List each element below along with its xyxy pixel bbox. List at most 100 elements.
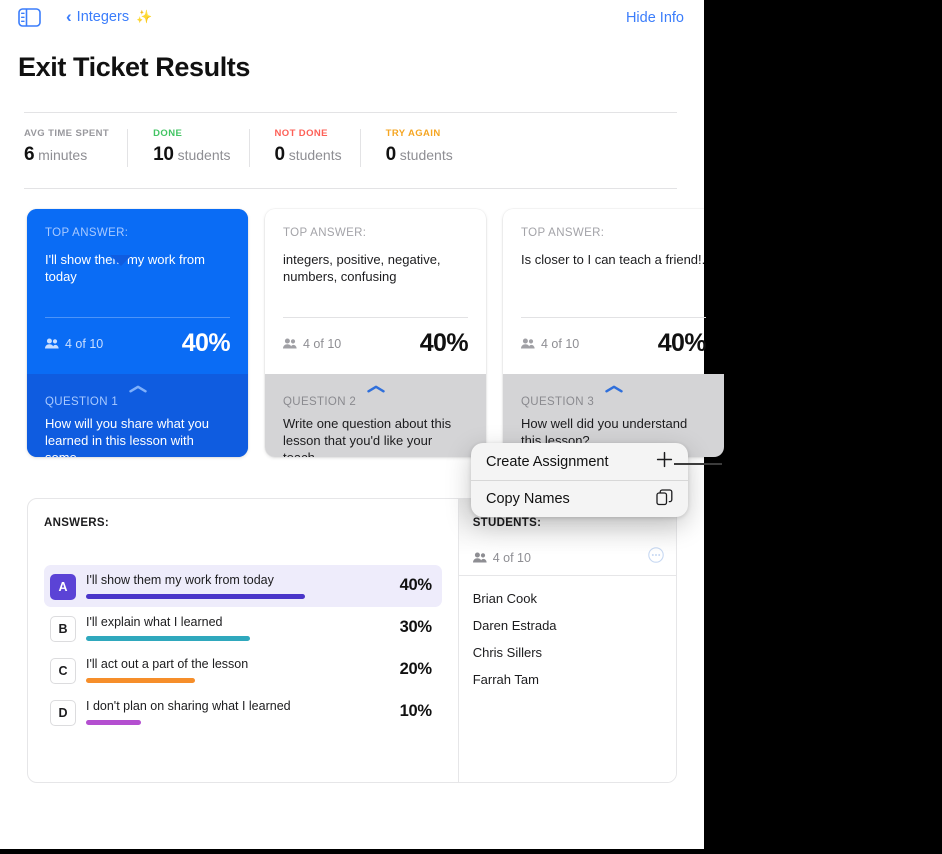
answer-text: I don't plan on sharing what I learned	[86, 699, 291, 713]
chevron-left-icon: ‹	[66, 7, 72, 26]
answer-percent: 40%	[399, 576, 432, 594]
card-respondent-count: 4 of 10	[521, 337, 579, 351]
top-answer-text: Is closer to I can teach a friend!.	[521, 252, 706, 267]
stat-label: NOT DONE	[274, 128, 328, 139]
students-respondent-count: 4 of 10	[472, 550, 531, 565]
menu-item-label: Copy Names	[486, 491, 570, 507]
sidebar-toggle-icon[interactable]	[18, 8, 41, 27]
answer-text: I'll act out a part of the lesson	[86, 657, 249, 671]
selected-card-pointer	[110, 255, 132, 266]
answer-row-d[interactable]: D I don't plan on sharing what I learned…	[44, 691, 442, 733]
menu-item-create-assignment[interactable]: Create Assignment	[471, 443, 688, 480]
stat-number: 0	[385, 144, 397, 165]
results-app: ‹ Integers ✨ Hide Info Exit Ticket Resul…	[0, 0, 724, 849]
stat-label: DONE	[153, 128, 183, 139]
stat-value: 10 students	[153, 144, 230, 166]
answer-list: A I'll show them my work from today 40% …	[44, 565, 442, 733]
answer-text: I'll show them my work from today	[86, 573, 274, 587]
card-respondent-count: 4 of 10	[283, 337, 341, 351]
card-respondent-count: 4 of 10	[45, 337, 103, 351]
card-top: TOP ANSWER: I'll show them my work from …	[27, 209, 248, 374]
student-row[interactable]: Daren Estrada	[473, 612, 666, 639]
student-row[interactable]: Brian Cook	[473, 585, 666, 612]
stat-number: 6	[24, 144, 35, 165]
stat-try-again: TRY AGAIN 0 students	[359, 128, 471, 176]
stat-number: 0	[274, 144, 286, 165]
card-count-text: 4 of 10	[303, 336, 342, 351]
menu-item-label: Create Assignment	[486, 453, 609, 470]
students-title: STUDENTS:	[472, 517, 542, 529]
answer-row-a[interactable]: A I'll show them my work from today 40%	[44, 565, 442, 607]
answer-bar	[86, 720, 141, 725]
answer-body: I'll act out a part of the lesson	[86, 656, 390, 683]
stat-not-done: NOT DONE 0 students	[248, 128, 360, 176]
student-row[interactable]: Chris Sillers	[473, 639, 666, 666]
top-answer-text: I'll show them my work from today	[45, 252, 205, 284]
students-meta: 4 of 10	[472, 547, 664, 568]
callout-line	[674, 463, 722, 465]
question-card-1[interactable]: TOP ANSWER: I'll show them my work from …	[27, 209, 248, 457]
navbar: ‹ Integers ✨ Hide Info	[0, 0, 704, 36]
sparkle-icon: ✨	[136, 8, 153, 24]
card-top: TOP ANSWER: Is closer to I can teach a f…	[503, 209, 724, 374]
answer-row-b[interactable]: B I'll explain what I learned 30%	[44, 607, 442, 649]
answer-body: I don't plan on sharing what I learned	[86, 698, 390, 725]
answer-text: I'll explain what I learned	[86, 615, 223, 629]
card-divider	[283, 317, 468, 318]
answer-body: I'll show them my work from today	[86, 572, 390, 599]
top-answer-label: TOP ANSWER:	[283, 227, 367, 239]
answer-bar	[86, 678, 196, 683]
card-count-text: 4 of 10	[541, 336, 580, 351]
card-top: TOP ANSWER: integers, positive, negative…	[265, 209, 486, 374]
answer-bar	[86, 636, 250, 641]
card-bottom[interactable]: QUESTION 1 How will you share what you l…	[27, 374, 248, 457]
detail-panel: ANSWERS: A I'll show them my work from t…	[27, 498, 677, 783]
students-divider	[458, 575, 676, 576]
stat-unit: students	[177, 147, 231, 163]
answer-percent: 10%	[399, 702, 432, 720]
answer-percent: 30%	[399, 618, 432, 636]
chevron-up-icon	[604, 380, 623, 398]
question-card-2[interactable]: TOP ANSWER: integers, positive, negative…	[265, 209, 486, 457]
card-percent: 40%	[657, 329, 707, 357]
card-question-text: How will you share what you learned in t…	[45, 416, 210, 457]
menu-item-copy-names[interactable]: Copy Names	[471, 480, 688, 517]
answer-row-c[interactable]: C I'll act out a part of the lesson 20%	[44, 649, 442, 691]
card-meta: 4 of 10 40%	[283, 329, 469, 358]
back-to-integers-link[interactable]: ‹ Integers ✨	[66, 8, 152, 25]
students-count-text: 4 of 10	[492, 550, 531, 565]
card-meta: 4 of 10 40%	[521, 329, 707, 358]
circle-ellipsis-icon[interactable]	[648, 547, 664, 568]
stat-value: 0 students	[386, 144, 453, 166]
top-answer-label: TOP ANSWER:	[45, 227, 129, 239]
stat-label: TRY AGAIN	[385, 128, 441, 139]
answer-badge: A	[50, 574, 76, 600]
answer-body: I'll explain what I learned	[86, 614, 390, 641]
card-bottom[interactable]: QUESTION 2 Write one question about this…	[265, 374, 486, 457]
students-column: STUDENTS: 4 of 10 Brian Cook Daren Estra…	[458, 499, 676, 782]
stats-row: AVG TIME SPENT 6 minutes DONE 10 student…	[24, 128, 471, 176]
divider-top	[24, 112, 677, 113]
top-answer-text: integers, positive, negative, numbers, c…	[283, 252, 441, 284]
people-icon	[472, 552, 487, 563]
hide-info-button[interactable]: Hide Info	[626, 10, 684, 26]
stat-unit: students	[288, 147, 342, 163]
back-link-label: Integers	[76, 8, 130, 25]
stat-done: DONE 10 students	[127, 128, 248, 176]
question-card-3[interactable]: TOP ANSWER: Is closer to I can teach a f…	[503, 209, 724, 457]
people-icon	[283, 338, 297, 349]
stat-avg-time-spent: AVG TIME SPENT 6 minutes	[24, 128, 127, 176]
divider-bottom	[24, 188, 677, 189]
stat-label: AVG TIME SPENT	[24, 128, 110, 139]
stat-value: 6 minutes	[24, 144, 109, 166]
answers-title: ANSWERS:	[44, 517, 110, 529]
page-title: Exit Ticket Results	[18, 52, 250, 82]
top-answer-label: TOP ANSWER:	[521, 227, 605, 239]
context-menu: Create Assignment Copy Names	[471, 443, 688, 517]
chevron-up-icon	[128, 380, 147, 398]
people-icon	[45, 338, 59, 349]
stat-number: 10	[153, 144, 174, 165]
stat-value: 0 students	[275, 144, 342, 166]
student-row[interactable]: Farrah Tam	[473, 666, 666, 693]
answer-percent: 20%	[399, 660, 432, 678]
